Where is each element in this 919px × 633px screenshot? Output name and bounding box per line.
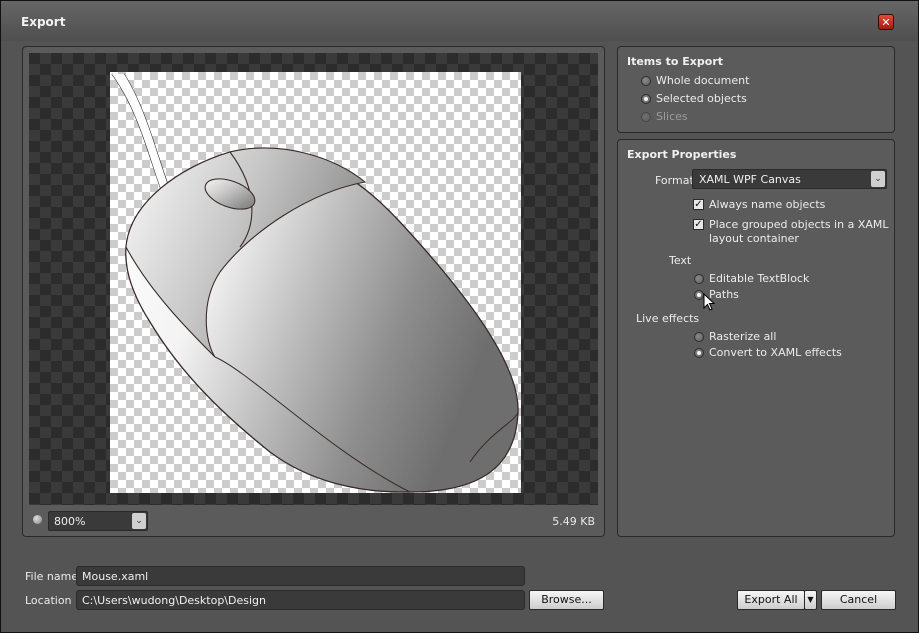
checkbox-label-place-grouped-objects-line2[interactable]: layout container — [709, 232, 799, 245]
file-size-label: 5.49 KB — [552, 515, 595, 528]
checkbox-place-grouped-objects[interactable]: ✓ — [693, 219, 704, 230]
export-dialog: Export ✕ 800% ⌄ 5.49 KB Items to Export … — [0, 0, 919, 633]
zoom-indicator-icon — [33, 515, 42, 524]
artboard-canvas — [110, 72, 521, 493]
export-properties-title: Export Properties — [627, 148, 737, 161]
format-label: Format — [655, 174, 694, 187]
radio-label-selected-objects[interactable]: Selected objects — [656, 92, 747, 105]
radio-convert-to-xaml-effects[interactable] — [694, 348, 704, 358]
checkbox-label-always-name-objects[interactable]: Always name objects — [709, 198, 825, 211]
live-effects-label: Live effects — [636, 312, 700, 325]
radio-label-editable-textblock[interactable]: Editable TextBlock — [709, 272, 809, 285]
mouse-preview-image — [111, 73, 519, 493]
browse-button[interactable]: Browse... — [529, 590, 604, 610]
export-properties-panel: Export Properties Format XAML WPF Canvas… — [617, 139, 895, 537]
zoom-value: 800% — [54, 515, 86, 528]
mouse-cursor-icon — [703, 293, 715, 311]
location-input[interactable]: C:\Users\wudong\Desktop\Design — [76, 590, 525, 610]
title-bar[interactable]: Export ✕ — [1, 1, 918, 41]
items-to-export-title: Items to Export — [627, 55, 724, 68]
zoom-dropdown[interactable]: 800% ⌄ — [48, 511, 148, 531]
close-icon: ✕ — [881, 16, 891, 29]
file-name-input[interactable]: Mouse.xaml — [76, 566, 525, 586]
close-button[interactable]: ✕ — [878, 14, 894, 30]
chevron-down-icon[interactable]: ⌄ — [132, 513, 146, 529]
radio-label-convert-to-xaml-effects[interactable]: Convert to XAML effects — [709, 346, 842, 359]
preview-panel: 800% ⌄ 5.49 KB — [22, 46, 605, 537]
radio-whole-document[interactable] — [641, 76, 651, 86]
radio-label-rasterize-all[interactable]: Rasterize all — [709, 330, 776, 343]
format-value: XAML WPF Canvas — [699, 173, 801, 186]
export-all-split-button: Export All ▼ — [737, 590, 817, 610]
radio-label-whole-document[interactable]: Whole document — [656, 74, 749, 87]
dialog-title: Export — [21, 15, 66, 29]
radio-selected-objects[interactable] — [641, 94, 651, 104]
export-options-dropdown-button[interactable]: ▼ — [804, 590, 817, 610]
cancel-button[interactable]: Cancel — [821, 590, 896, 610]
radio-rasterize-all[interactable] — [694, 332, 704, 342]
export-all-button[interactable]: Export All — [737, 590, 805, 610]
text-group-label: Text — [669, 254, 692, 267]
location-label: Location — [25, 594, 72, 607]
checkbox-always-name-objects[interactable]: ✓ — [693, 199, 704, 210]
file-name-label: File name — [25, 570, 79, 583]
radio-slices — [641, 112, 651, 122]
chevron-down-icon[interactable]: ⌄ — [871, 171, 885, 187]
preview-area[interactable] — [29, 53, 598, 505]
format-dropdown[interactable]: XAML WPF Canvas ⌄ — [692, 169, 887, 189]
radio-editable-textblock[interactable] — [694, 274, 704, 284]
caret-down-icon: ▼ — [807, 595, 814, 604]
items-to-export-panel: Items to Export Whole document Selected … — [617, 46, 895, 133]
radio-label-slices: Slices — [656, 110, 688, 123]
checkbox-label-place-grouped-objects[interactable]: Place grouped objects in a XAML — [709, 218, 889, 231]
